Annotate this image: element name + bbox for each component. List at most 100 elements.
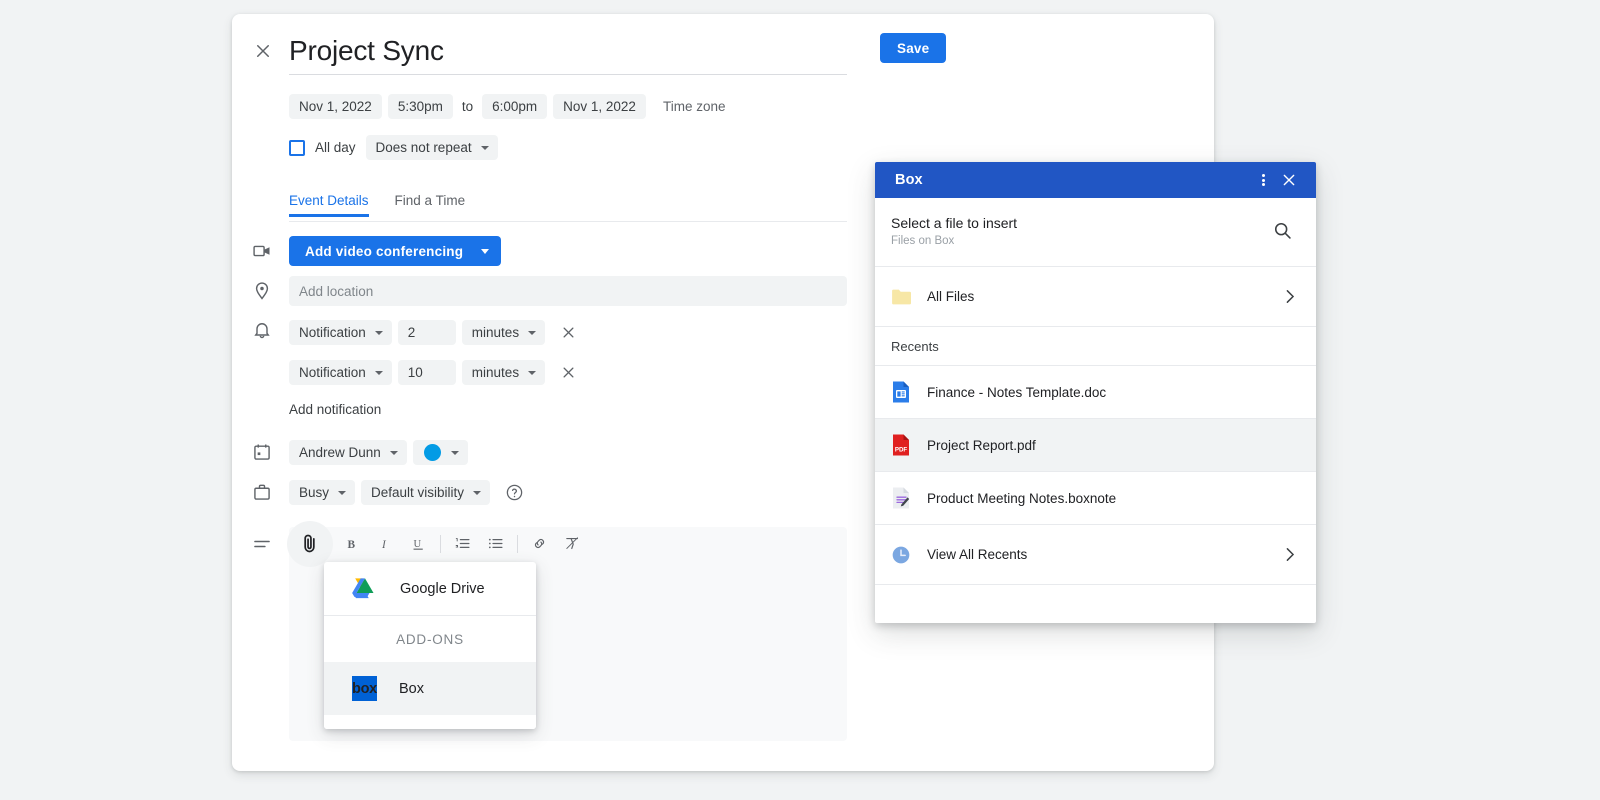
tab-event-details[interactable]: Event Details: [289, 193, 369, 217]
allday-checkbox[interactable]: [289, 140, 305, 156]
chevron-right-icon: [1281, 546, 1298, 563]
remove-notification-icon[interactable]: [557, 322, 579, 344]
event-color-dropdown[interactable]: [413, 440, 468, 465]
notification-unit-dropdown[interactable]: minutes: [462, 360, 545, 385]
briefcase-icon: [252, 482, 274, 504]
allday-label: All day: [315, 140, 356, 155]
recents-section-header: Recents: [875, 327, 1316, 366]
menu-footer-space: [324, 715, 536, 729]
box-file-row-1[interactable]: PDF Project Report.pdf: [875, 419, 1316, 472]
notification-type-dropdown[interactable]: Notification: [289, 360, 392, 385]
location-placeholder: Add location: [299, 284, 373, 299]
help-icon[interactable]: [505, 483, 524, 502]
numbered-list-button[interactable]: [446, 527, 479, 560]
chevron-right-icon: [1281, 288, 1298, 305]
tab-divider: [289, 221, 847, 222]
view-all-recents-label: View All Recents: [927, 547, 1281, 562]
save-button[interactable]: Save: [880, 33, 946, 63]
event-title-field[interactable]: Project Sync: [289, 31, 849, 75]
chevron-down-icon: [375, 331, 383, 335]
availability-row: Busy Default visibility: [289, 480, 524, 505]
chevron-down-icon: [481, 146, 489, 150]
files-on-box-label: Files on Box: [891, 233, 1272, 250]
box-dialog-header: Box: [875, 162, 1316, 198]
bell-icon: [252, 320, 274, 342]
search-icon[interactable]: [1272, 220, 1296, 244]
timezone-button[interactable]: Time zone: [663, 99, 726, 114]
menu-item-box[interactable]: box Box: [324, 662, 536, 715]
tab-bar: Event Details Find a Time: [289, 193, 465, 217]
end-date-field[interactable]: Nov 1, 2022: [553, 94, 646, 119]
notification-unit-dropdown[interactable]: minutes: [462, 320, 545, 345]
color-swatch: [424, 444, 441, 461]
calendar-owner-value: Andrew Dunn: [299, 445, 381, 460]
box-file-name: Project Report.pdf: [927, 438, 1298, 453]
chevron-down-icon: [473, 491, 481, 495]
box-dialog-title: Box: [895, 172, 1250, 188]
visibility-value: Default visibility: [371, 485, 464, 500]
box-file-picker-dialog: Box Select a file to insert Files on Box: [875, 162, 1316, 623]
boxnote-file-icon: [891, 486, 927, 510]
box-dialog-subtitle: Select a file to insert Files on Box: [875, 198, 1316, 267]
to-label: to: [459, 99, 476, 114]
italic-button[interactable]: I: [369, 527, 402, 560]
box-label: Box: [399, 681, 424, 697]
busy-dropdown[interactable]: Busy: [289, 480, 355, 505]
underline-button[interactable]: U: [402, 527, 435, 560]
remove-notification-icon[interactable]: [557, 362, 579, 384]
toolbar-divider: [440, 535, 441, 553]
toolbar-divider: [517, 535, 518, 553]
chevron-down-icon: [528, 371, 536, 375]
select-file-label: Select a file to insert: [891, 214, 1272, 233]
start-time-field[interactable]: 5:30pm: [388, 94, 453, 119]
svg-text:U: U: [414, 539, 422, 550]
visibility-dropdown[interactable]: Default visibility: [361, 480, 490, 505]
attachment-icon[interactable]: [298, 532, 322, 556]
notification-type-dropdown[interactable]: Notification: [289, 320, 392, 345]
chevron-down-icon: [451, 451, 459, 455]
attachment-source-menu: Google Drive ADD-ONS box Box: [324, 562, 536, 729]
add-notification-button[interactable]: Add notification: [289, 402, 381, 417]
menu-item-google-drive[interactable]: Google Drive: [324, 562, 536, 615]
notification-amount-input[interactable]: 10: [398, 360, 456, 385]
calendar-owner-dropdown[interactable]: Andrew Dunn: [289, 440, 407, 465]
bold-button[interactable]: B: [336, 527, 369, 560]
calendar-icon: [252, 442, 274, 464]
box-logo-icon: box: [352, 676, 377, 701]
google-drive-icon: [352, 577, 378, 600]
clock-icon: [891, 545, 927, 565]
svg-text:B: B: [348, 539, 356, 551]
close-icon[interactable]: [250, 38, 276, 64]
svg-text:PDF: PDF: [895, 447, 908, 454]
addons-header: ADD-ONS: [324, 616, 536, 662]
box-row-view-all-recents[interactable]: View All Recents: [875, 525, 1316, 585]
pdf-file-icon: PDF: [891, 433, 927, 457]
add-video-conferencing-button[interactable]: Add video conferencing: [289, 236, 501, 266]
chevron-down-icon: [375, 371, 383, 375]
allday-row: All day Does not repeat: [289, 135, 498, 160]
chevron-down-icon: [390, 451, 398, 455]
chevron-down-icon: [338, 491, 346, 495]
location-input[interactable]: Add location: [289, 276, 847, 306]
video-camera-icon: [252, 241, 274, 263]
notification-unit-value: minutes: [472, 365, 519, 380]
box-file-row-2[interactable]: Product Meeting Notes.boxnote: [875, 472, 1316, 525]
bulleted-list-button[interactable]: [479, 527, 512, 560]
start-date-field[interactable]: Nov 1, 2022: [289, 94, 382, 119]
title-underline: [289, 74, 847, 75]
add-video-conferencing-label: Add video conferencing: [305, 244, 463, 259]
box-row-all-files[interactable]: All Files: [875, 267, 1316, 327]
box-file-row-0[interactable]: Finance - Notes Template.doc: [875, 366, 1316, 419]
notification-amount-input[interactable]: 2: [398, 320, 456, 345]
chevron-down-icon: [481, 249, 489, 254]
notification-type-value: Notification: [299, 325, 366, 340]
event-title-text: Project Sync: [289, 31, 849, 71]
more-options-icon[interactable]: [1250, 167, 1276, 193]
repeat-dropdown[interactable]: Does not repeat: [366, 135, 498, 160]
link-button[interactable]: [523, 527, 556, 560]
close-icon[interactable]: [1276, 167, 1302, 193]
notification-unit-value: minutes: [472, 325, 519, 340]
tab-find-a-time[interactable]: Find a Time: [395, 193, 466, 217]
clear-formatting-button[interactable]: [556, 527, 589, 560]
end-time-field[interactable]: 6:00pm: [482, 94, 547, 119]
